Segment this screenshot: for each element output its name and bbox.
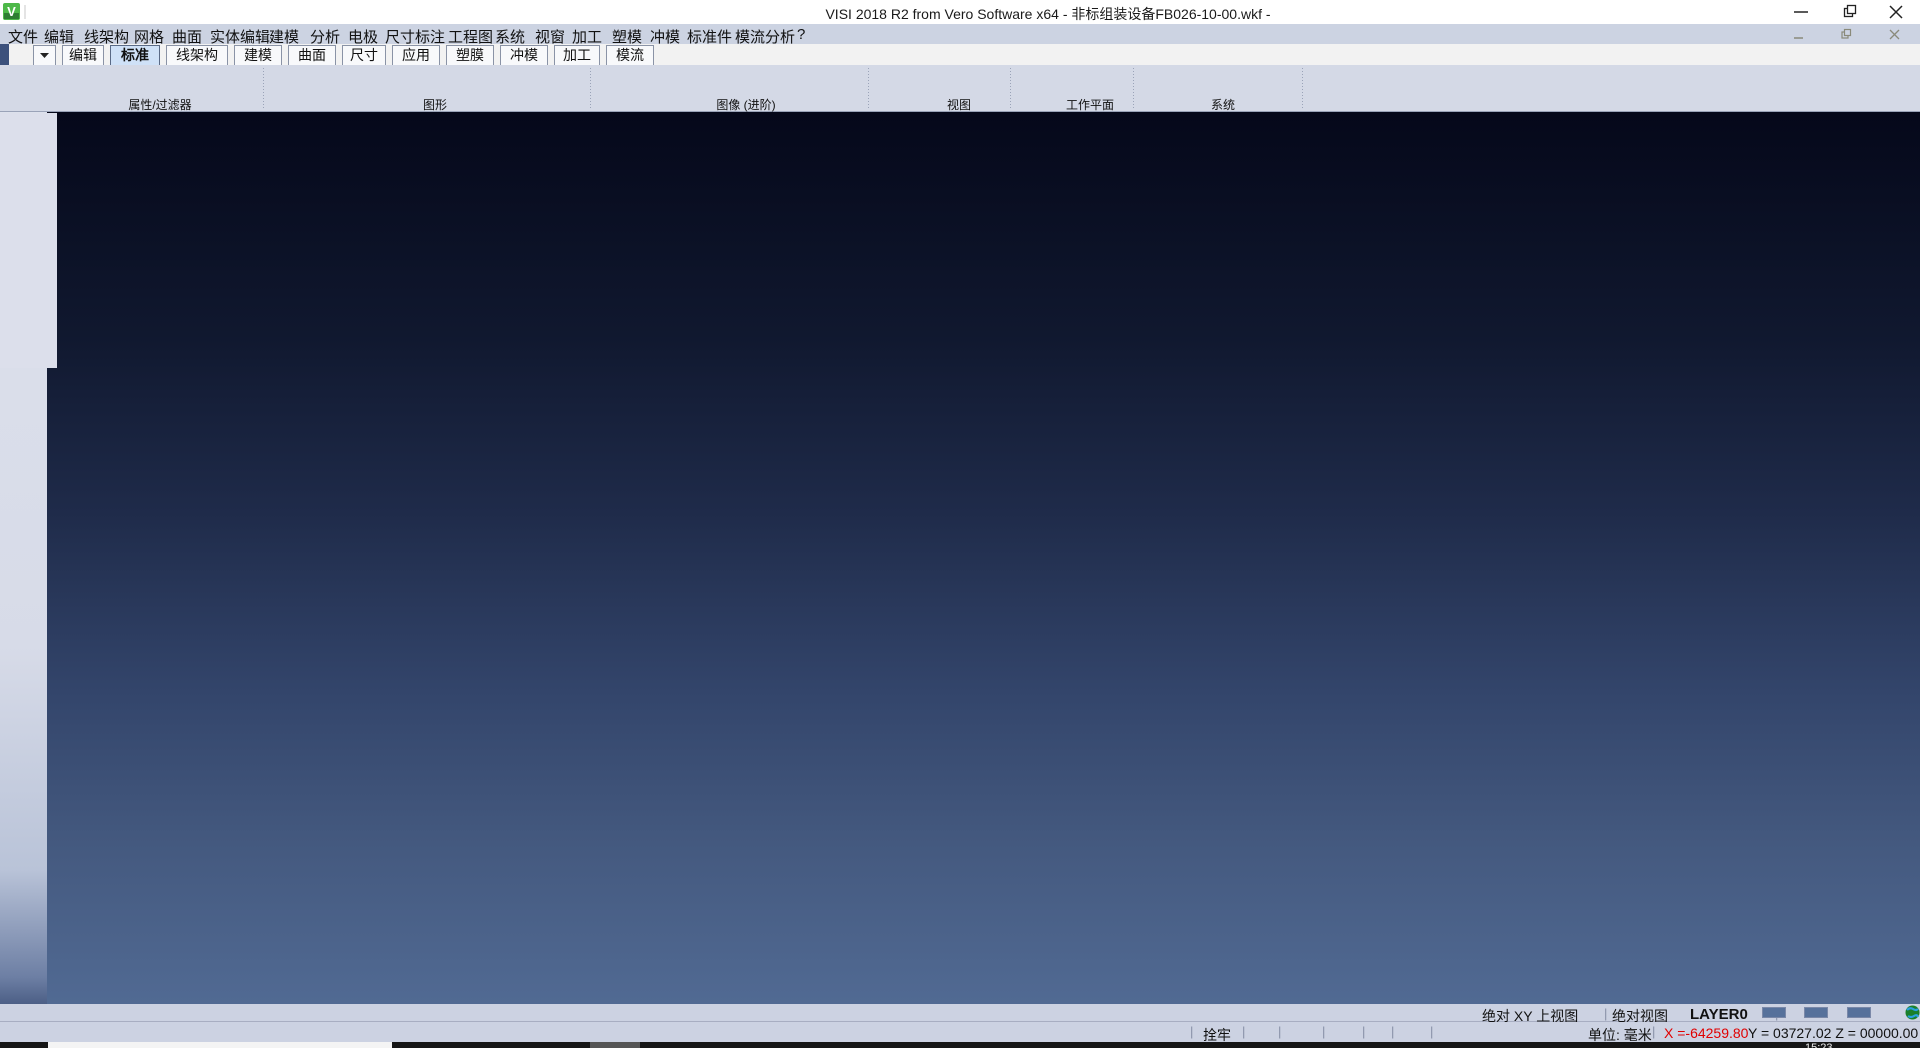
svg-text:V: V	[7, 4, 16, 19]
